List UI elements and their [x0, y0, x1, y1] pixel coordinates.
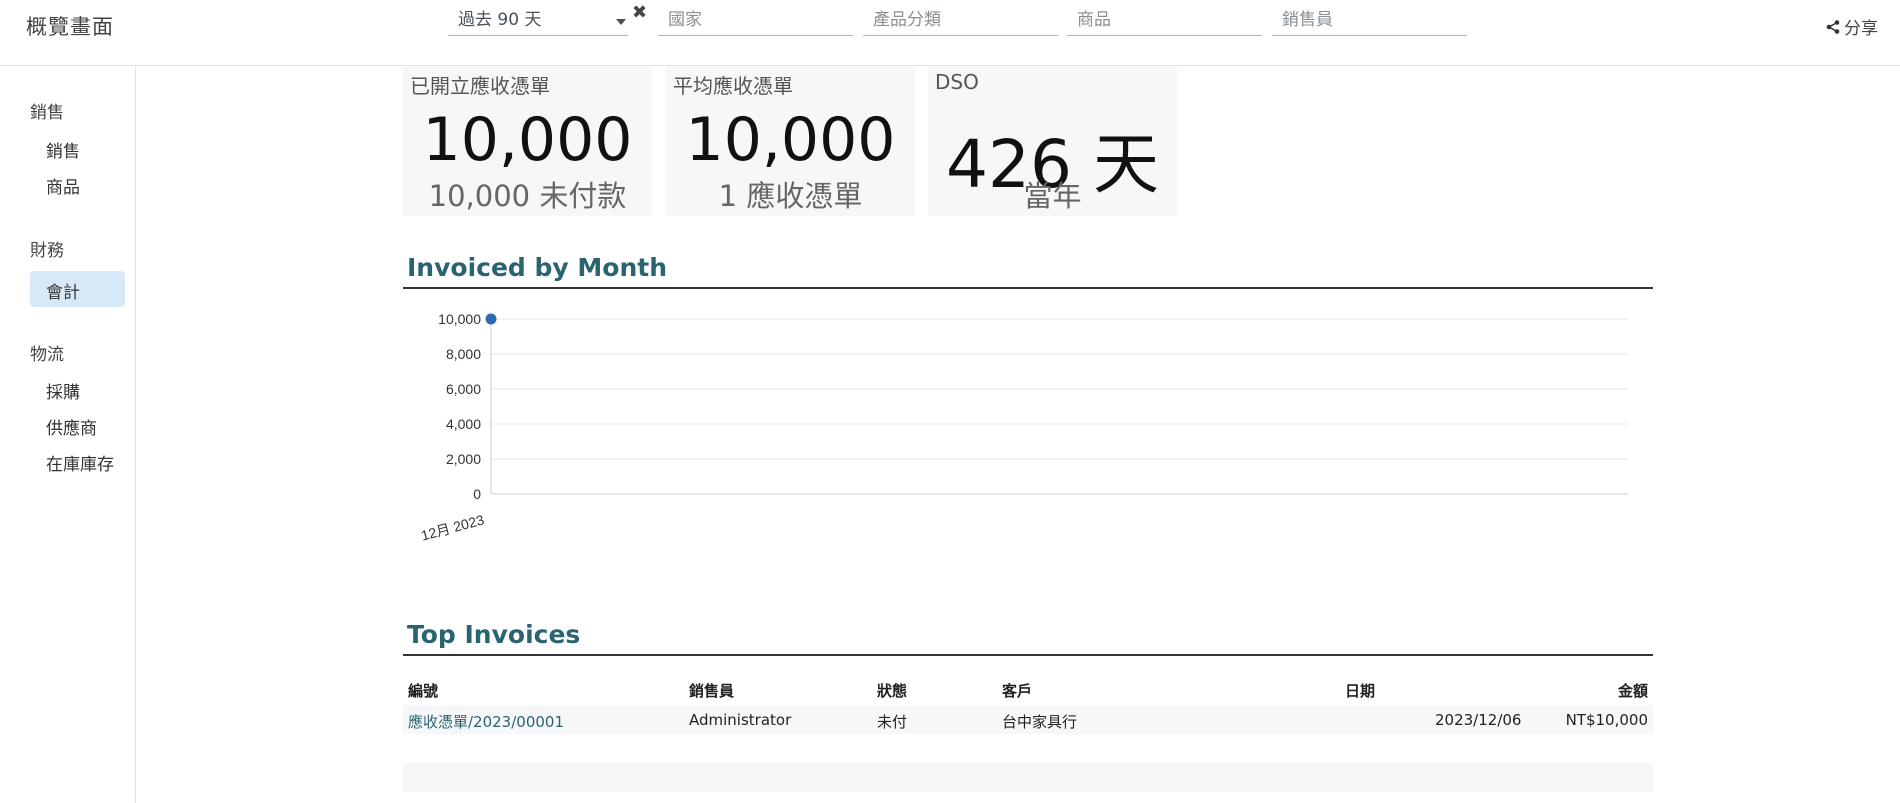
table-row[interactable]: 應收憑單/2023/00001 Administrator 未付 台中家具行 2…	[403, 705, 1653, 734]
sidebar-item-purchase[interactable]: 採購	[30, 371, 125, 407]
sidebar-item-vendors[interactable]: 供應商	[30, 407, 125, 443]
kpi-subtitle: 10,000 未付款	[428, 179, 627, 213]
sidebar-item-label: 供應商	[46, 419, 97, 439]
sidebar-item-label: 商品	[46, 178, 80, 198]
sidebar: 銷售 銷售 商品 財務 會計 物流 採購 供應商 在庫庫存	[0, 67, 136, 803]
invoiced-by-month-chart: 10,000 8,000 6,000 4,000 2,000 0 12月 2023	[419, 311, 1628, 544]
kpi-card-dso[interactable]: DSO 426 天 當年	[928, 67, 1177, 216]
salesperson-filter[interactable]: 銷售員	[1272, 6, 1467, 36]
kpi-subtitle: 1 應收憑單	[718, 179, 863, 213]
top-bar: 概覽畫面 過去 90 天 ✖ 國家 產品分類 商品 銷售員 分享	[0, 0, 1900, 66]
category-filter[interactable]: 產品分類	[863, 6, 1058, 36]
sidebar-item-products[interactable]: 商品	[30, 166, 125, 202]
kpi-title: 平均應收憑單	[673, 74, 793, 98]
invoice-number-link[interactable]: 應收憑單/2023/00001	[408, 711, 564, 732]
sidebar-item-label: 在庫庫存	[46, 455, 114, 475]
y-tick-label: 0	[473, 486, 481, 502]
cell-status: 未付	[877, 713, 908, 731]
section-title-invoiced-by-month: Invoiced by Month	[407, 253, 668, 282]
y-tick-label: 4,000	[446, 416, 481, 432]
product-filter[interactable]: 商品	[1067, 6, 1262, 36]
page-title: 概覽畫面	[26, 15, 114, 39]
chevron-down-icon	[616, 19, 626, 25]
kpi-subtitle: 當年	[1023, 179, 1082, 213]
table-footer	[403, 763, 1653, 792]
share-label: 分享	[1844, 19, 1878, 39]
period-filter-value: 過去 90 天	[458, 10, 542, 30]
column-header-salesperson[interactable]: 銷售員	[689, 680, 734, 701]
section-title-top-invoices: Top Invoices	[407, 620, 581, 649]
y-tick-label: 8,000	[446, 346, 481, 362]
sidebar-item-label: 採購	[46, 383, 80, 403]
cell-amount: NT$10,000	[1565, 711, 1648, 729]
sidebar-item-accounting[interactable]: 會計	[30, 271, 125, 307]
country-filter-placeholder: 國家	[668, 10, 702, 30]
column-header-amount[interactable]: 金額	[1618, 680, 1648, 701]
sidebar-section-sales: 銷售	[30, 103, 64, 123]
kpi-title: DSO	[935, 70, 979, 94]
sidebar-section-logistics: 物流	[30, 345, 64, 365]
x-tick-label: 12月 2023	[419, 511, 486, 543]
country-filter[interactable]: 國家	[658, 6, 853, 36]
share-button[interactable]: 分享	[1826, 14, 1878, 39]
cell-customer: 台中家具行	[1002, 713, 1078, 731]
kpi-card-invoiced[interactable]: 已開立應收憑單 10,000 10,000 未付款	[403, 67, 652, 216]
category-filter-placeholder: 產品分類	[873, 10, 941, 30]
share-icon	[1826, 19, 1840, 34]
kpi-value: 10,000	[422, 105, 633, 175]
y-tick-label: 10,000	[438, 311, 481, 327]
cell-date: 2023/12/06	[1435, 711, 1522, 729]
close-icon[interactable]: ✖	[632, 2, 647, 23]
section-divider	[403, 287, 1653, 289]
salesperson-filter-placeholder: 銷售員	[1282, 10, 1333, 30]
kpi-card-average-invoice[interactable]: 平均應收憑單 10,000 1 應收憑單	[666, 67, 915, 216]
sidebar-item-sales[interactable]: 銷售	[30, 130, 125, 166]
period-filter[interactable]: 過去 90 天	[448, 6, 628, 36]
product-filter-placeholder: 商品	[1077, 10, 1111, 30]
sidebar-item-inventory[interactable]: 在庫庫存	[30, 443, 125, 479]
sidebar-section-finance: 財務	[30, 241, 64, 261]
kpi-title: 已開立應收憑單	[410, 74, 550, 98]
cell-salesperson: Administrator	[689, 711, 792, 729]
section-divider	[403, 654, 1653, 656]
column-header-date[interactable]: 日期	[1345, 680, 1375, 701]
y-tick-label: 6,000	[446, 381, 481, 397]
y-tick-label: 2,000	[446, 451, 481, 467]
column-header-customer[interactable]: 客戶	[1002, 680, 1032, 701]
column-header-number[interactable]: 編號	[408, 680, 438, 701]
sidebar-item-label: 銷售	[46, 142, 80, 162]
kpi-value: 10,000	[685, 105, 896, 175]
data-point	[485, 313, 497, 325]
sidebar-item-label: 會計	[46, 283, 80, 303]
column-header-status[interactable]: 狀態	[877, 680, 907, 701]
